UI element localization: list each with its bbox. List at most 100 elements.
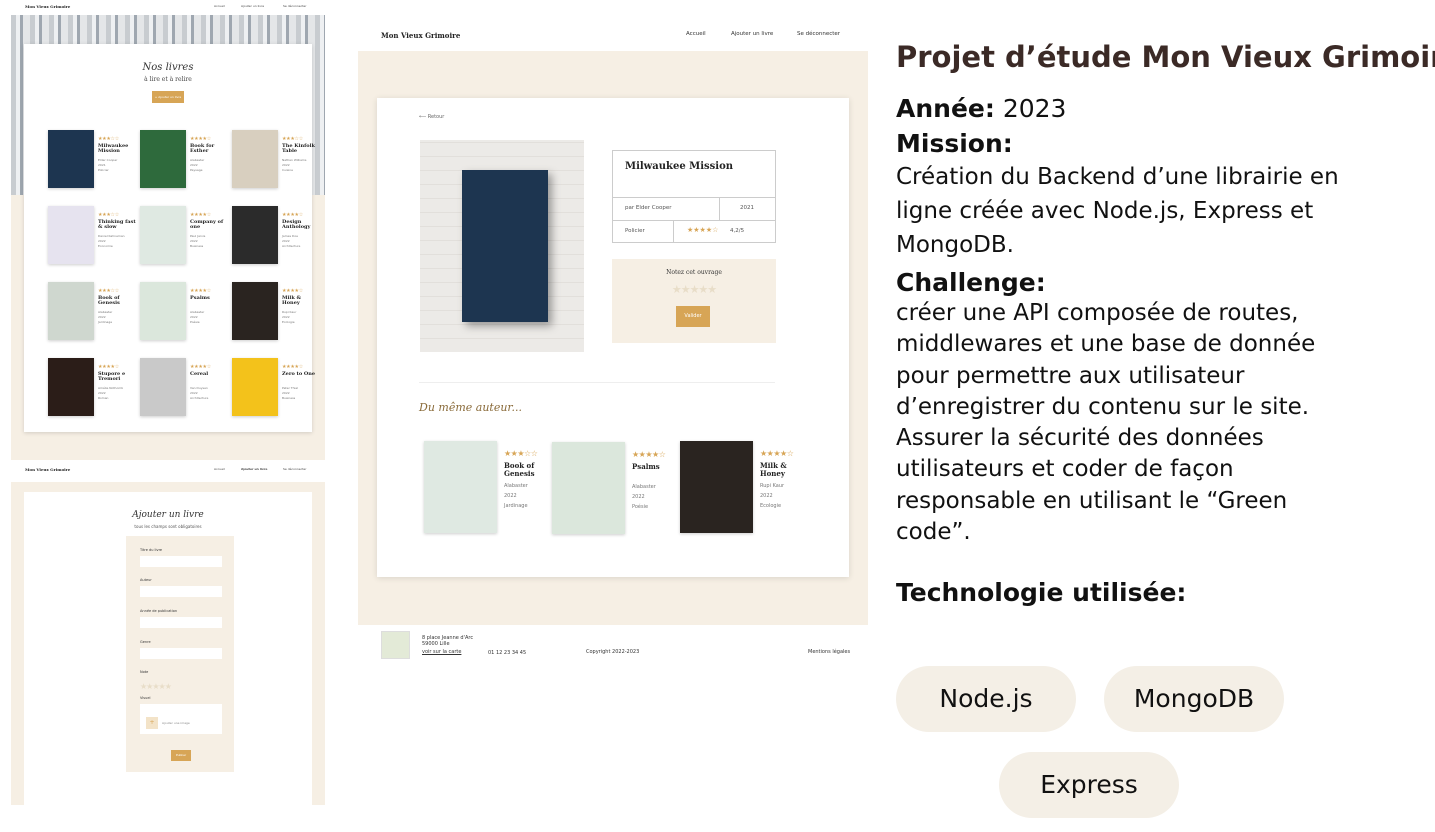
book-card[interactable]: ★★★☆☆ Thinking fast & slow Daniel Kahneman…: [48, 206, 136, 268]
same-author-title: Du même auteur...: [419, 401, 522, 414]
book-cover[interactable]: [48, 282, 94, 340]
book-meta: Nathan Williams 2022 Cuisine: [282, 158, 322, 173]
book-cover[interactable]: [140, 358, 186, 416]
site-logo[interactable]: Mon Vieux Grimoire: [25, 467, 70, 472]
book-meta: Daniel Kahneman 2022 Economie: [98, 234, 138, 249]
book-cover[interactable]: [232, 282, 278, 340]
book-cover[interactable]: [232, 130, 278, 188]
footer-map-link[interactable]: voir sur la carte: [422, 649, 461, 655]
map-thumbnail[interactable]: [381, 631, 410, 659]
book-card[interactable]: ★★★★☆ Company of one Paul Jarvis 2022 Busine…: [140, 206, 228, 268]
book-info-table: Milwaukee Mission par Elder Cooper 2021 …: [612, 150, 776, 243]
book-rating-stars: ★★★☆☆: [98, 136, 119, 142]
book-cover[interactable]: [140, 206, 186, 264]
book-meta: Alabaster 2022 Paysage: [190, 158, 230, 173]
book-title: Design Anthology: [282, 219, 311, 230]
book-genre: Architecture: [282, 244, 301, 248]
nav-link-home[interactable]: Accueil: [214, 467, 225, 471]
book-genre: Ecologie: [760, 503, 782, 509]
nav-link-home[interactable]: Accueil: [686, 31, 706, 37]
rating-stars-input[interactable]: ★★★★★: [140, 682, 172, 691]
add-book-button[interactable]: + Ajouter un livre: [152, 91, 184, 103]
book-card[interactable]: ★★★★☆ Book for Esther Alabaster 2022 Paysage: [140, 130, 228, 192]
book-author: Alabaster: [504, 483, 528, 489]
add-book-subtitle: tous les champs sont obligatoires: [134, 524, 202, 529]
book-cover[interactable]: [140, 130, 186, 188]
upload-image-label: Ajouter une image: [162, 721, 190, 725]
book-meta: Alabaster 2022 Jardinage: [504, 481, 528, 511]
add-book-screenshot: Mon Vieux Grimoire Accueil Ajouter un li…: [11, 460, 325, 805]
field-label-author: Auteur: [140, 578, 152, 582]
book-genre: Policier: [98, 168, 109, 172]
year-input[interactable]: [140, 617, 222, 628]
book-cover[interactable]: [48, 130, 94, 188]
book-meta: Rupi Kaur 2022 Ecologie: [282, 310, 322, 325]
book-card[interactable]: ★★★★☆ Milk & Honey Rupi Kaur 2022 Ecologie: [232, 282, 320, 344]
validate-button[interactable]: Valider: [676, 306, 710, 327]
book-card[interactable]: ★★★☆☆ Book of Genesis Alabaster 2022 Jardina…: [48, 282, 136, 344]
book-list-card: Nos livres à lire et à relire + Ajouter …: [24, 44, 315, 432]
book-card[interactable]: ★★★☆☆ Milwaukee Mission Elder Cooper 2021 Po…: [48, 130, 136, 192]
footer-phone: 01 12 23 34 45: [488, 650, 527, 656]
book-cover[interactable]: [48, 358, 94, 416]
add-book-title: Ajouter un livre: [132, 510, 204, 520]
year-label: Année:: [896, 94, 995, 123]
publish-button[interactable]: Publier: [171, 750, 191, 761]
same-author-book-card[interactable]: ★★★★☆ Psalms Alabaster 2022 Poésie: [552, 442, 678, 538]
book-cover[interactable]: [232, 206, 278, 264]
nav-link-logout[interactable]: Se déconnecter: [283, 467, 307, 471]
book-cover[interactable]: [48, 206, 94, 264]
book-meta: Peter Thiel 2022 Business: [282, 386, 322, 401]
book-cover[interactable]: [552, 442, 625, 534]
site-logo[interactable]: Mon Vieux Grimoire: [381, 31, 460, 40]
book-card[interactable]: ★★★★☆ Psalms Alabaster 2022 Poésie: [140, 282, 228, 344]
book-cover[interactable]: [424, 441, 497, 533]
book-title: Milk & Honey: [282, 295, 302, 306]
project-description: Projet d’étude Mon Vieux Grimoire Année:…: [896, 40, 1435, 608]
book-title: Book of Genesis: [98, 295, 120, 306]
add-book-card: Ajouter un livre tous les champs sont ob…: [24, 492, 312, 805]
book-genre: Architecture: [190, 396, 209, 400]
nav-link-add-book[interactable]: Ajouter un livre: [241, 4, 264, 8]
book-genre: Economie: [98, 244, 113, 248]
book-card[interactable]: ★★★★☆ Cereal Van Duysen 2022 Architecture: [140, 358, 228, 420]
book-genre: Business: [190, 244, 204, 248]
book-cover[interactable]: [680, 441, 753, 533]
divider: [419, 382, 775, 383]
year-line: Année: 2023: [896, 94, 1431, 124]
book-card[interactable]: ★★★★☆ Zero to One Peter Thiel 2022 Business: [232, 358, 320, 420]
book-card[interactable]: ★★★★☆ Stupore e Tremori Amélie Nothomb 2022…: [48, 358, 136, 420]
book-card[interactable]: ★★★☆☆ The Kinfolk Table Nathan Williams 202…: [232, 130, 320, 192]
nav-link-add-book[interactable]: Ajouter un livre: [731, 31, 773, 37]
book-title: Milk & Honey: [760, 461, 787, 478]
book-card[interactable]: ★★★★☆ Design Anthology James Doe 2022 Archit…: [232, 206, 320, 268]
divider: [673, 220, 674, 243]
divider: [719, 197, 720, 220]
nav-link-logout[interactable]: Se déconnecter: [283, 4, 307, 8]
plus-icon[interactable]: +: [146, 717, 158, 729]
site-logo[interactable]: Mon Vieux Grimoire: [25, 4, 70, 9]
book-cover[interactable]: [140, 282, 186, 340]
rate-stars-input[interactable]: ★★★★★: [612, 283, 776, 296]
book-cover[interactable]: [232, 358, 278, 416]
nav-link-home[interactable]: Accueil: [214, 4, 225, 8]
book-year: 2021: [740, 205, 754, 211]
nav-link-add-book[interactable]: Ajouter un livre: [241, 467, 267, 471]
genre-input[interactable]: [140, 648, 222, 659]
book-genre: Ecologie: [282, 320, 295, 324]
book-title: Zero to One: [282, 371, 316, 377]
same-author-book-card[interactable]: ★★★★☆ Milk & Honey Rupi Kaur 2022 Ecologie: [680, 441, 806, 537]
book-title: Milwaukee Mission: [625, 161, 734, 172]
book-meta: Rupi Kaur 2022 Ecologie: [760, 481, 784, 511]
tech-badge-express: Express: [999, 752, 1179, 818]
footer-legal-link[interactable]: Mentions légales: [808, 649, 850, 655]
author-input[interactable]: [140, 586, 222, 597]
title-input[interactable]: [140, 556, 222, 567]
book-title: Thinking fast & slow: [98, 219, 136, 230]
add-book-navbar: Mon Vieux Grimoire Accueil Ajouter un li…: [11, 460, 325, 482]
book-rating-stars: ★★★★☆: [190, 136, 211, 142]
back-link[interactable]: ⟵ Retour: [419, 114, 444, 120]
same-author-book-card[interactable]: ★★★☆☆ Book of Genesis Alabaster 2022 Jardina…: [424, 441, 550, 537]
book-rating-stars: ★★★★☆: [632, 450, 666, 459]
nav-link-logout[interactable]: Se déconnecter: [797, 31, 840, 37]
